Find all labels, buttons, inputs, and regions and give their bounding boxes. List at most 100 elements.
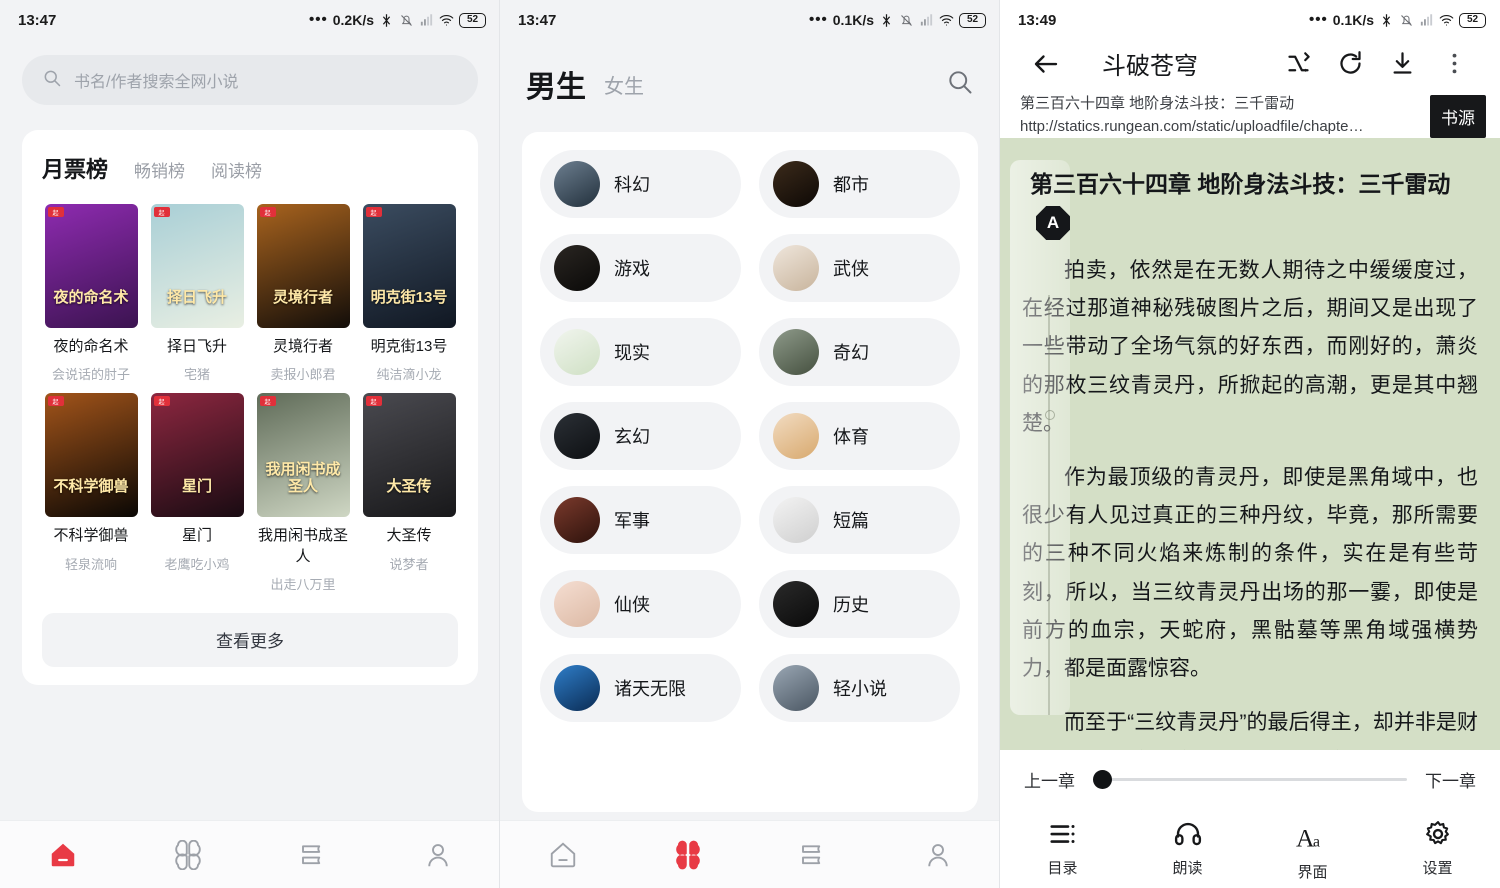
reader-source-url: http://statics.rungean.com/static/upload…	[1020, 117, 1364, 135]
book-item[interactable]: 起择日飞升择日飞升宅猪	[148, 198, 246, 383]
tab-reading[interactable]: 阅读榜	[211, 157, 262, 182]
category-item[interactable]: 科幻	[540, 150, 741, 218]
category-item[interactable]: 历史	[759, 570, 960, 638]
reader-content[interactable]: 第三百六十四章 地阶身法斗技：三千雷动 A 拍卖，依然是在无数人期待之中缓缓度过…	[1000, 160, 1500, 887]
refresh-icon[interactable]	[1324, 50, 1376, 77]
category-item[interactable]: 游戏	[540, 234, 741, 302]
category-item[interactable]: 武侠	[759, 234, 960, 302]
book-source-button[interactable]: 书源	[1430, 95, 1486, 138]
book-author: 出走八万里	[270, 576, 336, 592]
category-thumbnail	[554, 581, 600, 627]
status-network-speed: 0.2K/s	[332, 12, 374, 28]
tab-monthly-ticket[interactable]: 月票榜	[42, 152, 108, 184]
status-time: 13:47	[18, 11, 57, 29]
prev-chapter-button[interactable]: 上一章	[1024, 767, 1075, 792]
more-vertical-icon[interactable]	[1428, 50, 1480, 77]
tab-bestseller[interactable]: 畅销榜	[134, 157, 185, 182]
book-cover[interactable]: 起大圣传	[362, 393, 456, 518]
book-item[interactable]: 起明克街13号 明克街13号 纯洁滴小龙	[360, 198, 458, 383]
status-bar-home: 13:47 ••• 0.2K/s 52	[0, 0, 500, 40]
tool-catalog[interactable]: 目录	[1000, 808, 1125, 888]
book-cover[interactable]: 起夜的命名术	[44, 204, 138, 328]
book-cover[interactable]: 起灵境行者	[256, 204, 350, 328]
category-label: 奇幻	[833, 343, 869, 363]
slider-knob[interactable]	[1093, 769, 1112, 789]
bluetooth-icon	[379, 13, 394, 28]
book-title: 星门	[181, 527, 212, 545]
category-label: 诸天无限	[614, 679, 686, 699]
book-cover[interactable]: 起明克街13号	[362, 204, 456, 328]
tab-female[interactable]: 女生	[604, 70, 644, 99]
book-item[interactable]: 起灵境行者灵境行者卖报小郎君	[254, 198, 352, 383]
bottom-nav-home	[0, 820, 500, 888]
status-network-speed: 0.1K/s	[1332, 12, 1374, 28]
book-author: 会说话的肘子	[51, 367, 130, 383]
book-item[interactable]: 起大圣传 大圣传 说梦者	[360, 387, 458, 593]
book-cover[interactable]: 起不科学御兽	[44, 393, 138, 518]
book-item[interactable]: 起夜的命名术 夜的命名术会说话的肘子	[42, 198, 140, 383]
category-label: 都市	[833, 175, 869, 195]
category-item[interactable]: 奇幻	[759, 318, 960, 386]
category-item[interactable]: 军事	[540, 486, 741, 554]
book-cover[interactable]: 起择日飞升	[150, 204, 244, 328]
book-title: 灵境行者	[272, 338, 333, 355]
category-thumbnail	[554, 497, 600, 543]
nav-bookshelf[interactable]	[750, 840, 875, 870]
nav-bookshelf[interactable]	[250, 840, 375, 870]
three-phone-screenshots: 13:47 ••• 0.2K/s 52 书名/作者搜索全网小说 月票榜 畅销榜 …	[0, 0, 1500, 888]
reader-book-title: 斗破苍穹	[1102, 53, 1198, 80]
category-item[interactable]: 玄幻	[540, 402, 741, 470]
shuffle-icon[interactable]	[1272, 50, 1324, 77]
book-item[interactable]: 起不科学御兽 不科学御兽 轻泉流响	[42, 387, 140, 593]
wifi-icon	[439, 13, 454, 28]
next-chapter-button[interactable]: 下一章	[1425, 767, 1476, 792]
tab-male[interactable]: 男生	[526, 62, 586, 106]
category-item[interactable]: 轻小说	[759, 654, 960, 722]
category-label: 体育	[833, 427, 869, 447]
tool-tts[interactable]: 朗读	[1125, 808, 1250, 888]
category-item[interactable]: 都市	[759, 150, 960, 218]
status-bar-reader: 13:49 ••• 0.1K/s 52	[1000, 0, 1500, 40]
book-author: 宅猪	[183, 367, 210, 383]
mute-bell-icon	[899, 13, 914, 28]
nav-profile[interactable]	[875, 840, 1000, 870]
category-item[interactable]: 体育	[759, 402, 960, 470]
book-author: 卖报小郎君	[270, 367, 336, 383]
chapter-progress-slider[interactable]	[1093, 769, 1407, 789]
publisher-badge-icon: 起	[365, 396, 382, 407]
view-more-button[interactable]: 查看更多	[42, 612, 458, 667]
category-item[interactable]: 短篇	[759, 486, 960, 554]
category-item[interactable]: 诸天无限	[540, 654, 741, 722]
publisher-badge-icon: 起	[259, 207, 276, 217]
book-title: 明克街13号	[370, 338, 448, 355]
nav-profile[interactable]	[375, 840, 500, 870]
nav-category[interactable]	[125, 839, 250, 870]
nav-home[interactable]	[0, 840, 125, 870]
status-network-speed: 0.1K/s	[832, 12, 874, 28]
cover-title-text: 星门	[181, 477, 212, 495]
download-icon[interactable]	[1376, 50, 1428, 77]
book-cover[interactable]: 起星门	[150, 393, 244, 518]
category-item[interactable]: 仙侠	[540, 570, 741, 638]
nav-category[interactable]	[625, 840, 750, 870]
tool-interface[interactable]: Aa 界面	[1250, 808, 1375, 888]
tool-settings[interactable]: 设置	[1375, 808, 1500, 888]
category-item[interactable]: 现实	[540, 318, 741, 386]
search-input[interactable]: 书名/作者搜索全网小说	[22, 55, 478, 105]
book-author: 轻泉流响	[64, 556, 117, 572]
bottom-nav-category	[500, 820, 1000, 888]
font-a-badge-icon[interactable]: A	[1036, 206, 1070, 240]
bluetooth-icon	[879, 13, 894, 28]
tool-tts-label: 朗读	[1172, 859, 1203, 877]
search-icon[interactable]	[946, 68, 974, 101]
category-thumbnail	[773, 245, 819, 291]
cover-title-text: 夜的命名术	[53, 288, 129, 306]
nav-home[interactable]	[500, 840, 625, 870]
back-arrow-icon[interactable]	[1020, 49, 1072, 79]
book-item[interactable]: 起星门 星门 老鹰吃小鸡	[148, 387, 246, 593]
book-cover[interactable]: 起我用闲书成圣人	[256, 393, 350, 518]
book-item[interactable]: 起我用闲书成圣人 我用闲书成圣人 出走八万里	[254, 387, 352, 593]
book-title: 择日飞升	[166, 338, 227, 355]
book-title: 大圣传	[386, 527, 432, 545]
screen-reader: 13:49 ••• 0.1K/s 52 斗破苍穹 第三百六十四章 地阶身法斗技：…	[1000, 0, 1500, 888]
